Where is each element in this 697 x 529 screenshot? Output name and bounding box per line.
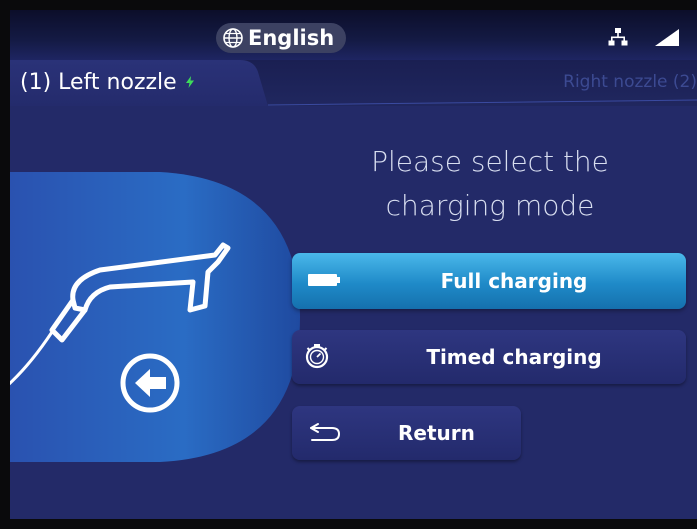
- mode-prompt: Please select the charging mode: [310, 140, 670, 228]
- full-charging-label: Full charging: [440, 269, 588, 293]
- nozzle-tabs: (1) Left nozzle Right nozzle (2): [10, 60, 697, 106]
- tab-left-label: (1) Left nozzle: [20, 69, 177, 95]
- prompt-line-2: charging mode: [385, 189, 595, 222]
- tab-right-nozzle[interactable]: Right nozzle (2): [563, 72, 697, 92]
- charging-bolt-icon: [185, 76, 194, 88]
- timed-charging-label: Timed charging: [426, 345, 602, 369]
- return-label: Return: [398, 421, 475, 445]
- globe-icon: [223, 28, 243, 48]
- language-label: English: [248, 26, 335, 50]
- language-selector[interactable]: English: [216, 23, 346, 53]
- return-arrow-icon: [310, 423, 341, 441]
- return-button[interactable]: Return: [292, 406, 521, 460]
- full-charging-button[interactable]: Full charging: [292, 253, 686, 309]
- network-icon: [608, 28, 628, 46]
- prompt-line-1: Please select the: [371, 145, 609, 178]
- nozzle-illustration: [10, 172, 300, 462]
- status-bar: English: [10, 10, 697, 60]
- timed-charging-button[interactable]: Timed charging: [292, 330, 686, 384]
- signal-icon: [655, 29, 679, 46]
- tab-left-nozzle[interactable]: (1) Left nozzle: [20, 67, 195, 97]
- charger-screen: English (1) Left nozzle Right nozzle (2)…: [10, 10, 697, 519]
